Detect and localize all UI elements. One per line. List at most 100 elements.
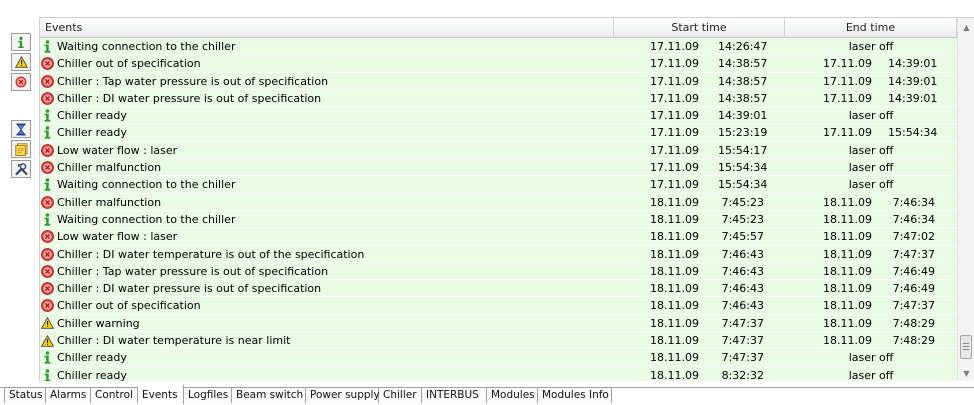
start-time: 7:45:23 <box>721 195 764 209</box>
table-row[interactable]: Waiting connection to the chiller 18.11.0… <box>40 210 957 229</box>
event-text: Chiller malfunction <box>57 161 162 175</box>
start-time-cell: 18.11.09 7:45:57 <box>614 228 785 245</box>
tab-status[interactable]: Status <box>4 387 46 403</box>
start-time: 15:54:34 <box>718 178 768 192</box>
table-row[interactable]: Chiller ready 18.11.09 7:47:37 laser off <box>40 349 957 367</box>
end-time: 7:47:37 <box>892 247 935 261</box>
end-time: 14:39:01 <box>888 57 938 71</box>
table-row[interactable]: Chiller out of specification 17.11.09 14:3… <box>40 55 957 73</box>
info-icon <box>41 351 54 364</box>
error-icon <box>41 161 54 174</box>
start-time-cell: 17.11.09 14:38:57 <box>614 55 785 72</box>
table-row[interactable]: Low water flow : laser 18.11.09 7:45:57 18.… <box>40 228 957 246</box>
tab-power-supply[interactable]: Power supply <box>306 387 380 403</box>
start-time-cell: 17.11.09 14:39:01 <box>614 107 785 124</box>
info-filter-icon <box>16 36 26 49</box>
table-row[interactable]: Chiller : DI water temperature is near l… <box>40 332 957 350</box>
tab-modules[interactable]: Modules <box>487 387 538 403</box>
event-cell: Low water flow : laser <box>41 142 613 159</box>
start-date: 18.11.09 <box>650 334 699 348</box>
vertical-scrollbar[interactable]: ▲ ▼ <box>957 18 974 381</box>
start-time-cell: 17.11.09 14:26:47 <box>614 38 785 55</box>
tab-modules-info[interactable]: Modules Info <box>538 387 612 403</box>
table-row[interactable]: Chiller malfunction 18.11.09 7:45:23 18.11.… <box>40 193 957 211</box>
table-row[interactable]: Waiting connection to the chiller 17.11.0… <box>40 38 957 56</box>
start-time: 14:38:57 <box>718 57 768 71</box>
error-filter-button[interactable] <box>11 73 31 91</box>
start-time-cell: 18.11.09 7:46:43 <box>614 297 785 314</box>
error-icon <box>41 230 54 244</box>
table-row[interactable]: Chiller : DI water pressure is out of sp… <box>40 89 957 108</box>
end-time: 7:48:29 <box>892 334 935 348</box>
column-header-end-time[interactable]: End time <box>785 18 957 37</box>
tab-beam-switch[interactable]: Beam switch <box>232 387 306 403</box>
start-time: 15:23:19 <box>718 126 768 140</box>
event-text: Low water flow : laser <box>57 143 178 157</box>
table-row[interactable]: Chiller ready 18.11.09 8:32:32 laser off <box>40 366 957 381</box>
hourglass-icon <box>16 123 26 136</box>
end-date: 18.11.09 <box>823 334 872 348</box>
tab-chiller[interactable]: Chiller <box>379 387 422 403</box>
end-time-cell: 17.11.09 14:39:01 <box>785 90 957 107</box>
tab-control[interactable]: Control <box>91 387 138 403</box>
end-status: laser off <box>848 109 894 123</box>
error-icon <box>41 57 54 71</box>
column-header-events[interactable]: Events <box>40 18 614 37</box>
table-row[interactable]: Chiller ready 17.11.09 14:39:01 laser off <box>40 107 957 125</box>
event-text: Chiller : DI water pressure is out of sp… <box>57 282 322 296</box>
table-row[interactable]: Chiller : DI water temperature is out of… <box>40 245 957 263</box>
end-time-cell: 17.11.09 14:39:01 <box>785 55 957 72</box>
scroll-down-arrow-icon[interactable]: ▼ <box>958 365 974 381</box>
error-icon <box>41 282 54 296</box>
start-time-cell: 18.11.09 7:46:43 <box>614 263 785 280</box>
start-time: 7:47:37 <box>721 351 764 365</box>
scroll-up-arrow-icon[interactable]: ▲ <box>958 19 974 36</box>
end-time-cell: laser off <box>785 349 957 366</box>
table-row[interactable]: Chiller ready 17.11.09 15:23:19 17.11.09 15:… <box>40 124 957 142</box>
start-date: 18.11.09 <box>650 195 699 209</box>
start-date: 18.11.09 <box>650 264 699 278</box>
notes-button[interactable] <box>11 140 31 158</box>
tools-button[interactable] <box>11 160 31 178</box>
warning-filter-icon <box>14 56 28 68</box>
tab-events[interactable]: Events <box>138 385 184 404</box>
error-icon <box>41 299 54 313</box>
table-row[interactable]: Low water flow : laser 17.11.09 15:54:17 la… <box>40 141 957 160</box>
warning-filter-button[interactable] <box>11 53 31 71</box>
hourglass-button[interactable] <box>11 120 31 138</box>
start-time: 14:38:57 <box>718 74 768 88</box>
start-date: 18.11.09 <box>650 368 699 381</box>
start-date: 17.11.09 <box>650 178 699 192</box>
event-cell: Chiller warning <box>41 315 613 332</box>
start-time-cell: 18.11.09 7:46:43 <box>614 280 785 297</box>
start-date: 18.11.09 <box>650 351 699 365</box>
event-cell: Chiller malfunction <box>41 194 613 211</box>
event-cell: Waiting connection to the chiller <box>41 211 613 228</box>
event-cell: Chiller malfunction <box>41 159 613 176</box>
tab-alarms[interactable]: Alarms <box>46 387 91 403</box>
table-body: Waiting connection to the chiller 17.11.0… <box>40 38 957 381</box>
event-cell: Chiller : DI water pressure is out of sp… <box>41 280 613 297</box>
table-row[interactable]: Chiller warning 18.11.09 7:47:37 18.11.09 7:… <box>40 314 957 333</box>
table-row[interactable]: Chiller malfunction 17.11.09 15:54:34 laser… <box>40 159 957 177</box>
start-time: 15:54:34 <box>718 161 768 175</box>
error-icon <box>41 91 54 105</box>
event-cell: Chiller : Tap water pressure is out of s… <box>41 263 613 280</box>
start-date: 17.11.09 <box>650 40 699 53</box>
start-time: 7:45:57 <box>721 230 764 244</box>
end-time: 15:54:34 <box>888 126 938 140</box>
event-cell: Chiller : DI water temperature is out of… <box>41 246 613 263</box>
table-row[interactable]: Chiller out of specification 18.11.09 7:46… <box>40 297 957 315</box>
tab-interbus[interactable]: INTERBUS <box>422 387 487 403</box>
info-filter-button[interactable] <box>11 33 31 51</box>
end-time: 7:47:37 <box>892 299 935 313</box>
start-time: 8:32:32 <box>721 368 764 381</box>
table-row[interactable]: Chiller : Tap water pressure is out of s… <box>40 72 957 90</box>
table-row[interactable]: Chiller : Tap water pressure is out of s… <box>40 262 957 281</box>
end-time-cell: 18.11.09 7:46:34 <box>785 211 957 228</box>
scrollbar-thumb[interactable] <box>960 335 972 359</box>
table-row[interactable]: Waiting connection to the chiller 17.11.0… <box>40 176 957 194</box>
tab-logfiles[interactable]: Logfiles <box>184 387 232 403</box>
table-row[interactable]: Chiller : DI water pressure is out of sp… <box>40 280 957 298</box>
column-header-start-time[interactable]: Start time <box>614 18 785 37</box>
